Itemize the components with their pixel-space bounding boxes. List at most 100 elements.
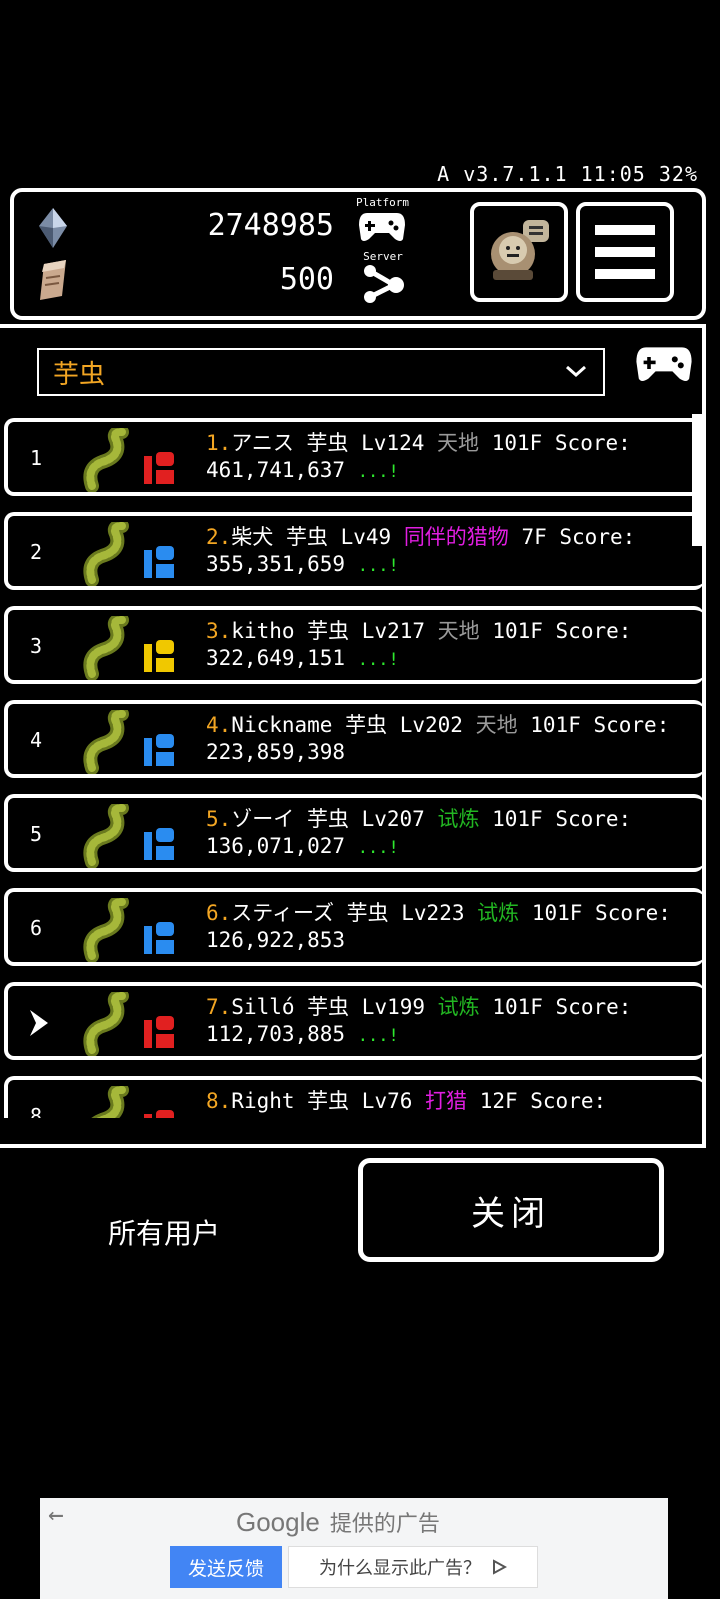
caterpillar-icon — [91, 1086, 129, 1118]
ranking-info: 3.kitho 芋虫 Lv217 天地 101F Score: 322,649,… — [206, 618, 696, 674]
rank-prefix: 6. — [206, 901, 232, 925]
send-feedback-button[interactable]: 发送反馈 — [170, 1546, 282, 1588]
stage-label: 天地 — [437, 431, 480, 455]
floor-score-label: 7F Score: — [521, 525, 636, 549]
caterpillar-icon — [83, 804, 129, 868]
score-value: 461,741,637 — [206, 458, 346, 482]
close-button[interactable]: 关闭 — [358, 1158, 664, 1262]
scroll-value: 500 — [279, 262, 334, 297]
crystal-row — [36, 206, 70, 250]
ranking-info: 8.Right 芋虫 Lv76 打猎 12F Score: — [206, 1088, 696, 1117]
rank-number: 3 — [30, 634, 43, 658]
player-name: Silló 芋虫 Lv199 — [231, 995, 426, 1019]
stage-label: 天地 — [437, 619, 480, 643]
platform-button[interactable]: Platform — [356, 196, 409, 243]
ranking-panel: 芋虫 1 1.アニス 芋虫 Lv124 天地 101F Score: 461,7… — [0, 324, 706, 1148]
ranking-row[interactable]: 5 5.ゾーイ 芋虫 Lv207 试炼 101F Score: 136,071,… — [4, 794, 702, 872]
share-icon — [364, 265, 404, 303]
rank-prefix: 5. — [206, 807, 232, 831]
rank-number: 2 — [30, 540, 43, 564]
floor-score-label: 101F Score: — [530, 713, 670, 737]
rank-prefix: 4. — [206, 713, 232, 737]
stage-label: 试炼 — [477, 901, 520, 925]
class-icon — [144, 734, 174, 766]
score-value: 223,859,398 — [206, 740, 346, 764]
crystal-value: 2748985 — [207, 208, 334, 243]
ranking-info: 1.アニス 芋虫 Lv124 天地 101F Score: 461,741,63… — [206, 430, 696, 486]
floor-score-label: 101F — [531, 901, 583, 925]
ad-banner[interactable]: ← Google 提供的广告 发送反馈 为什么显示此广告？ — [40, 1498, 668, 1599]
rank-number: 6 — [30, 916, 43, 940]
rank-prefix: 2. — [206, 525, 232, 549]
hamburger-icon — [595, 225, 655, 279]
menu-button[interactable] — [576, 202, 674, 302]
chevron-down-icon — [566, 365, 586, 378]
why-this-ad-button[interactable]: 为什么显示此广告？ — [288, 1546, 538, 1588]
dots-indicator: ...! — [357, 556, 399, 576]
character-chat-button[interactable] — [470, 202, 568, 302]
class-icon — [144, 546, 174, 578]
class-filter-select[interactable]: 芋虫 — [37, 348, 605, 396]
ranking-row[interactable]: 4 4.Nickname 芋虫 Lv202 天地 101F Score: 223… — [4, 700, 702, 778]
ranking-row[interactable]: 1 1.アニス 芋虫 Lv124 天地 101F Score: 461,741,… — [4, 418, 702, 496]
rank-prefix: 3. — [206, 619, 232, 643]
ranking-row[interactable]: 7.Silló 芋虫 Lv199 试炼 101F Score: 112,703,… — [4, 982, 702, 1060]
class-icon — [144, 640, 174, 672]
score-value: 112,703,885 — [206, 1022, 346, 1046]
ranking-row[interactable]: 2 2.柴犬 芋虫 Lv49 同伴的猎物 7F Score: 355,351,6… — [4, 512, 702, 590]
dots-indicator: ...! — [357, 462, 399, 482]
class-icon — [144, 1016, 174, 1048]
score-value: 322,649,151 — [206, 646, 346, 670]
caterpillar-icon — [83, 898, 129, 962]
player-name: kitho 芋虫 Lv217 — [231, 619, 426, 643]
player-name: ゾーイ 芋虫 Lv207 — [231, 807, 425, 831]
ranking-list[interactable]: 1 1.アニス 芋虫 Lv124 天地 101F Score: 461,741,… — [0, 418, 702, 1118]
caterpillar-icon — [83, 710, 129, 774]
floor-score-label: 101F Score: — [492, 995, 632, 1019]
player-name: スティーズ 芋虫 Lv223 — [231, 901, 465, 925]
dots-indicator: ...! — [357, 1026, 399, 1046]
ranking-info: 4.Nickname 芋虫 Lv202 天地 101F Score: 223,8… — [206, 712, 696, 768]
rank-number: 1 — [30, 446, 43, 470]
scrollbar[interactable] — [692, 414, 702, 546]
caterpillar-icon — [83, 522, 129, 586]
score-value: 355,351,659 — [206, 552, 346, 576]
top-panel: 2748985 500 Platform Server — [10, 188, 706, 320]
player-name: 柴犬 芋虫 Lv49 — [231, 525, 392, 549]
gamepad-filter-icon[interactable] — [634, 342, 694, 384]
rank-number: 5 — [30, 822, 43, 846]
platform-label: Platform — [356, 196, 409, 209]
crystal-icon — [39, 208, 67, 248]
class-filter-value: 芋虫 — [53, 359, 106, 390]
all-users-label[interactable]: 所有用户 — [108, 1212, 220, 1252]
ranking-info: 2.柴犬 芋虫 Lv49 同伴的猎物 7F Score: 355,351,659… — [206, 524, 696, 580]
stage-label: 打猎 — [425, 1089, 468, 1113]
player-name: Nickname 芋虫 Lv202 — [231, 713, 463, 737]
rank-number: 8 — [30, 1104, 43, 1118]
rank-prefix: 7. — [206, 995, 232, 1019]
gamepad-icon — [359, 213, 406, 241]
ranking-row[interactable]: 8 8.Right 芋虫 Lv76 打猎 12F Score: — [4, 1076, 702, 1118]
rank-prefix: 8. — [206, 1089, 232, 1113]
floor-score-label: 101F Score: — [491, 431, 631, 455]
character-chat-icon — [491, 220, 549, 280]
ranking-row[interactable]: 3 3.kitho 芋虫 Lv217 天地 101F Score: 322,64… — [4, 606, 702, 684]
stage-label: 试炼 — [437, 995, 480, 1019]
ad-brand: Google — [236, 1507, 320, 1537]
ranking-info: 7.Silló 芋虫 Lv199 试炼 101F Score: 112,703,… — [206, 994, 696, 1050]
pointer-arrow-icon — [30, 1010, 48, 1036]
player-name: アニス 芋虫 Lv124 — [231, 431, 425, 455]
status-bar: A v3.7.1.1 11:05 32% — [437, 162, 698, 186]
scroll-icon — [40, 260, 66, 300]
caterpillar-icon — [83, 992, 129, 1056]
class-icon — [144, 922, 174, 954]
back-arrow-icon[interactable]: ← — [48, 1500, 64, 1530]
score-value: 136,071,027 — [206, 834, 346, 858]
server-button[interactable]: Server — [360, 250, 406, 303]
scroll-row — [36, 258, 70, 302]
stage-label: 试炼 — [437, 807, 480, 831]
ranking-info: 5.ゾーイ 芋虫 Lv207 试炼 101F Score: 136,071,02… — [206, 806, 696, 862]
floor-score-label: 12F Score: — [479, 1089, 607, 1113]
ranking-row[interactable]: 6 6.スティーズ 芋虫 Lv223 试炼 101F Score: 126,92… — [4, 888, 702, 966]
server-label: Server — [363, 250, 403, 263]
